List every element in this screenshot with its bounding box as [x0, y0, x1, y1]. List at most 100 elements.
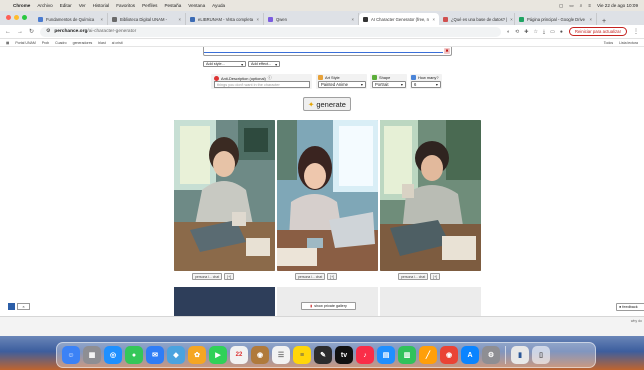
forward-icon[interactable]: → [17, 29, 23, 35]
tab-qwen[interactable]: Qwen × [264, 13, 359, 25]
show-private-gallery-button[interactable]: ▮ show private gallery [301, 302, 356, 310]
tab-biblioteca[interactable]: Biblioteca Digital UNAM - × [108, 13, 186, 25]
translate-icon[interactable]: ⟲ [515, 29, 519, 35]
anti-description-input[interactable]: things you don't want in the character [214, 81, 310, 88]
tab-elibrunam[interactable]: eLIBRUNAM - Vista completa × [186, 13, 264, 25]
generated-image-1[interactable] [174, 120, 275, 271]
apps-grid-icon[interactable]: ▦ [6, 41, 9, 45]
menu-icon[interactable]: ⋮ [633, 28, 639, 35]
finder-icon[interactable]: ☺ [62, 346, 80, 364]
facetime-icon[interactable]: ▶ [209, 346, 227, 364]
close-window-icon[interactable] [6, 15, 11, 20]
bookmark-item[interactable]: generadores [73, 41, 93, 45]
menubar-item-ventana[interactable]: Ventana [188, 3, 205, 8]
reading-list[interactable]: Lista lectura [619, 41, 638, 45]
chrome-icon[interactable]: ◉ [440, 346, 458, 364]
maps-icon[interactable]: ◆ [167, 346, 185, 364]
control-center-icon[interactable]: ≡ [588, 3, 591, 8]
menubar-item-ayuda[interactable]: Ayuda [212, 3, 225, 8]
tab-close-icon[interactable]: × [510, 17, 512, 22]
feedback-button[interactable]: ● feedback [616, 303, 644, 311]
tab-close-icon[interactable]: × [352, 17, 354, 22]
layout-toggle-button[interactable] [8, 303, 15, 310]
style-select[interactable]: Add style... ▾ [203, 61, 246, 67]
app-store-icon[interactable]: A [461, 346, 479, 364]
address-bar[interactable]: ⚙ perchance.org/ai-character-generator [40, 26, 501, 37]
photos-icon[interactable]: ✿ [188, 346, 206, 364]
tab-ai-character-generator[interactable]: AI Character Generator (free, n × [359, 13, 439, 25]
persona-button[interactable]: persona i... chat [398, 273, 429, 280]
system-settings-icon[interactable]: ⚙ [482, 346, 500, 364]
notes-icon[interactable]: ≡ [293, 346, 311, 364]
bookmark-item[interactable]: blast [98, 41, 105, 45]
menubar-app-name[interactable]: Chrome [13, 3, 30, 8]
keynote-icon[interactable]: ▤ [377, 346, 395, 364]
bookmark-folder-todos[interactable]: Todos [604, 41, 613, 45]
extension-icon[interactable]: ◐ [507, 29, 510, 35]
document-icon[interactable]: ▮ [511, 346, 529, 364]
pages-icon[interactable]: ╱ [419, 346, 437, 364]
tab-close-icon[interactable]: × [101, 17, 103, 22]
persona-button[interactable]: persona i... chat [192, 273, 223, 280]
trash-icon[interactable]: ▯ [532, 346, 550, 364]
reload-icon[interactable]: ↻ [29, 28, 34, 35]
clear-prompt-button[interactable]: ✖ [444, 48, 450, 54]
tab-google-drive[interactable]: Página principal - Google Drive × [515, 13, 597, 25]
tab-close-icon[interactable]: × [257, 17, 259, 22]
generated-image-4[interactable] [174, 287, 275, 316]
persona-button[interactable]: persona i... chat [295, 273, 326, 280]
close-panel-button[interactable]: × [17, 303, 30, 310]
menubar-item-pestana[interactable]: Pestaña [164, 3, 181, 8]
bookmark-item[interactable]: Portal UNAM [15, 41, 35, 45]
description-textarea[interactable]: ✖ [203, 47, 452, 56]
profile-avatar[interactable]: ● [560, 29, 563, 35]
bookmark-item[interactable]: Cuadro [55, 41, 66, 45]
calendar-icon[interactable]: 22 [230, 346, 248, 364]
save-image-button[interactable]: [+] [327, 273, 338, 280]
search-icon[interactable]: ⌕ [580, 3, 583, 8]
how-many-select[interactable]: 6 ▾ [411, 81, 441, 88]
mail-icon[interactable]: ✉ [146, 346, 164, 364]
why-link[interactable]: why do [631, 319, 642, 323]
contacts-icon[interactable]: ◉ [251, 346, 269, 364]
save-image-button[interactable]: [+] [224, 273, 235, 280]
tab-close-icon[interactable]: × [179, 17, 181, 22]
bookmark-item[interactable]: Prob [42, 41, 49, 45]
puzzle-icon[interactable]: ✚ [524, 29, 528, 35]
sidepanel-icon[interactable]: ▭ [550, 29, 555, 35]
bookmark-star-icon[interactable]: ☆ [533, 29, 537, 35]
apple-tv-icon[interactable]: tv [335, 346, 353, 364]
effect-select[interactable]: Add effect... ▾ [248, 61, 280, 67]
shape-select[interactable]: Portrait ▾ [372, 81, 406, 88]
menubar-item-archivo[interactable]: Archivo [37, 3, 52, 8]
menubar-item-editar[interactable]: Editar [60, 3, 72, 8]
download-icon[interactable]: ⤓ [543, 29, 545, 35]
battery-icon[interactable]: ▭ [569, 3, 573, 9]
menubar-clock[interactable]: Vie 22 de ago 10:09 [597, 3, 638, 8]
launchpad-icon[interactable]: ▦ [83, 346, 101, 364]
new-tab-button[interactable]: + [597, 18, 611, 25]
generated-image-2[interactable] [277, 120, 378, 271]
menubar-item-historial[interactable]: Historial [93, 3, 110, 8]
menubar-item-favoritos[interactable]: Favoritos [116, 3, 135, 8]
generated-image-3[interactable] [380, 120, 481, 271]
menubar-item-ver[interactable]: Ver [79, 3, 86, 8]
safari-icon[interactable]: ◎ [104, 346, 122, 364]
menubar-item-perfiles[interactable]: Perfiles [142, 3, 157, 8]
numbers-app-icon[interactable]: ▥ [398, 346, 416, 364]
messages-icon[interactable]: ● [125, 346, 143, 364]
minimize-window-icon[interactable] [14, 15, 19, 20]
music-icon[interactable]: ♪ [356, 346, 374, 364]
tab-close-icon[interactable]: × [590, 17, 592, 22]
tab-close-icon[interactable]: × [433, 17, 435, 22]
generate-button[interactable]: ✦ generate [303, 97, 351, 111]
tab-base-de-datos[interactable]: ¿Qué es una base de datos? | × [439, 13, 515, 25]
reminders-icon[interactable]: ☰ [272, 346, 290, 364]
site-info-icon[interactable]: ⚙ [46, 29, 50, 34]
tab-fundamentos[interactable]: Fundamentos de Química × [34, 13, 108, 25]
zoom-window-icon[interactable] [22, 15, 27, 20]
back-icon[interactable]: ← [5, 29, 11, 35]
save-image-button[interactable]: [+] [430, 273, 441, 280]
update-browser-button[interactable]: Reiniciar para actualizar [568, 27, 627, 36]
freeform-icon[interactable]: ✎ [314, 346, 332, 364]
